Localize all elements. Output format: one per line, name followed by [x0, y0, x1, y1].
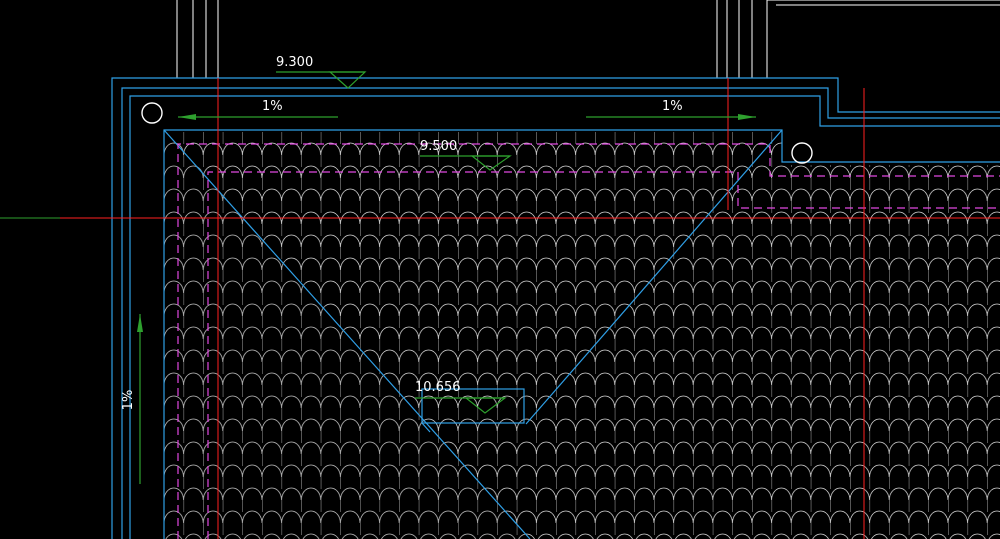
slope-label-right: 1% — [662, 99, 683, 114]
elevation-label-9500: 9.500 — [420, 139, 457, 154]
elevation-label-10656: 10.656 — [415, 380, 461, 395]
roof-plan-drawing: 9.300 9.500 10.656 1% 1% 1% — [0, 0, 1000, 539]
slope-label-left: 1% — [262, 99, 283, 114]
roof-tile-hatch — [164, 132, 1000, 539]
elevation-label-9300: 9.300 — [276, 55, 313, 70]
slope-label-up: 1% — [121, 390, 136, 411]
